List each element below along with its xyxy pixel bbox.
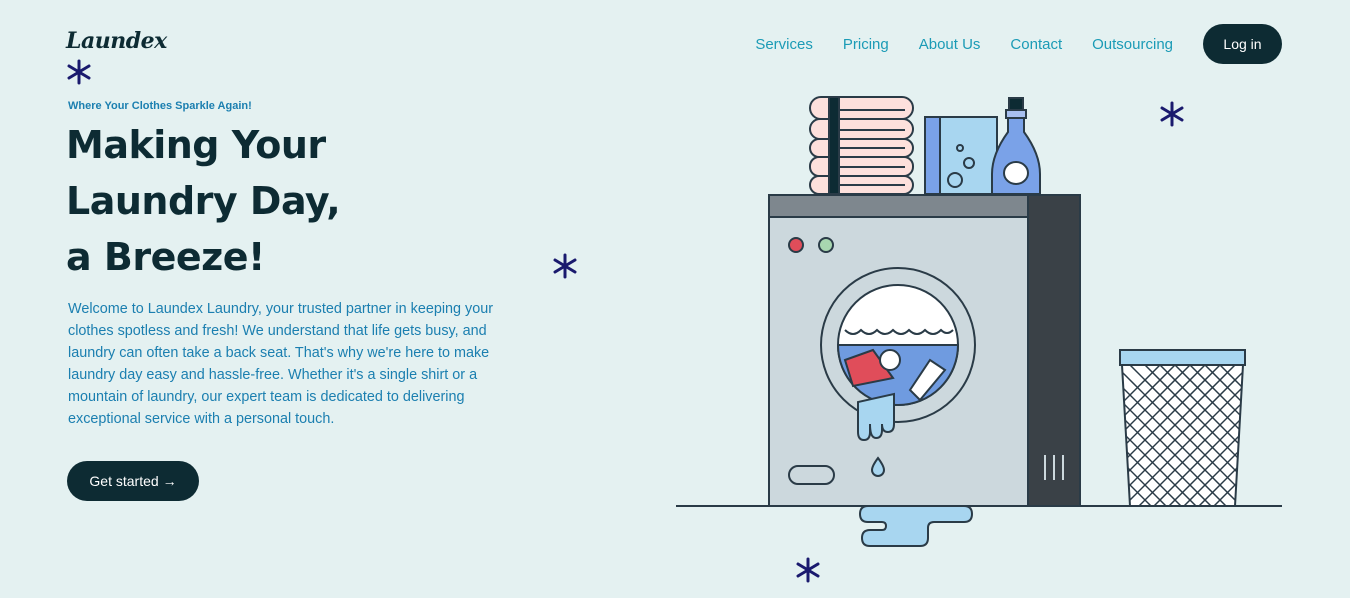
nav-link-about-us[interactable]: About Us (919, 36, 981, 53)
asterisk-star-icon (67, 59, 91, 85)
login-button[interactable]: Log in (1203, 24, 1282, 64)
hero-description: Welcome to Laundex Laundry, your trusted… (68, 301, 494, 427)
nav-link-services[interactable]: Services (755, 36, 813, 53)
hero-headline: Making Your Laundry Day, a Breeze! (66, 117, 341, 285)
asterisk-star-icon (553, 253, 577, 279)
asterisk-star-icon (796, 557, 820, 583)
nav-link-contact[interactable]: Contact (1010, 36, 1062, 53)
nav-link-outsourcing[interactable]: Outsourcing (1092, 36, 1173, 53)
brand-logo[interactable]: Laundex (66, 28, 167, 54)
main-nav: Services Pricing About Us Contact Outsou… (755, 24, 1282, 64)
headline-line: Making Your (66, 123, 326, 167)
headline-line: a Breeze! (66, 235, 265, 279)
get-started-button[interactable]: Get started → (67, 461, 199, 501)
washing-machine-illustration (676, 96, 1282, 547)
headline-line: Laundry Day, (66, 179, 341, 223)
nav-link-pricing[interactable]: Pricing (843, 36, 889, 53)
hero-tagline: Where Your Clothes Sparkle Again! (68, 100, 252, 112)
